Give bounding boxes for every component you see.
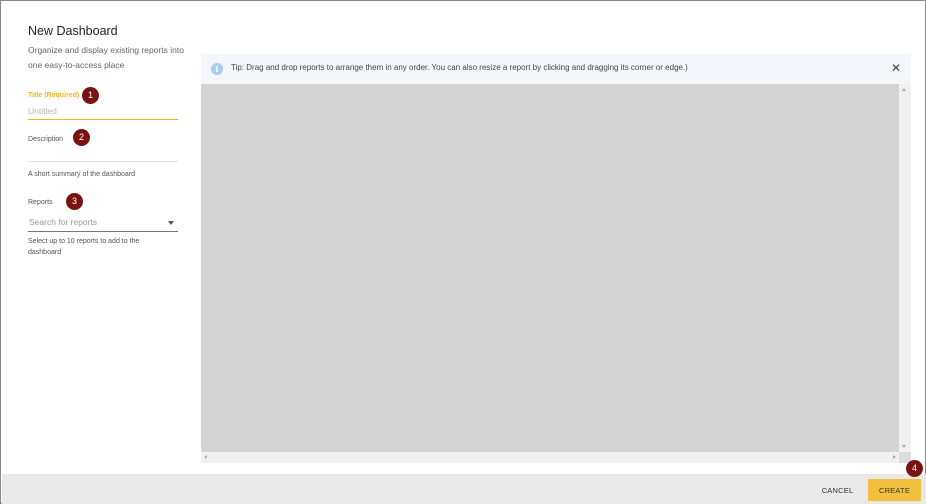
form-header: New Dashboard Organize and display exist… — [28, 23, 184, 73]
page-subtitle: Organize and display existing reports in… — [28, 45, 184, 70]
title-label: Title (Required) — [28, 92, 80, 99]
create-button[interactable]: CREATE — [868, 479, 921, 501]
cancel-button[interactable]: CANCEL — [810, 479, 865, 501]
scroll-left-icon[interactable] — [204, 455, 207, 459]
reports-select[interactable]: Search for reports — [28, 214, 178, 232]
page-title: New Dashboard — [28, 24, 118, 38]
title-input[interactable] — [28, 103, 178, 120]
step-marker-3: 3 — [66, 193, 83, 210]
info-icon: i — [211, 63, 223, 75]
description-label: Description — [28, 136, 64, 143]
chevron-down-icon[interactable] — [168, 221, 174, 225]
vertical-scrollbar[interactable] — [899, 84, 911, 452]
description-hint: A short summary of the dashboard — [28, 171, 135, 178]
scroll-up-icon[interactable] — [902, 88, 906, 91]
reports-hint: Select up to 10 reports to add to the da… — [28, 238, 140, 256]
tip-banner: i Tip: Drag and drop reports to arrange … — [201, 54, 911, 84]
dialog-footer: CANCEL CREATE — [2, 474, 926, 504]
reports-label: Reports — [28, 199, 53, 206]
scroll-right-icon[interactable] — [893, 455, 896, 459]
step-marker-1: 1 — [82, 87, 99, 104]
reports-search-placeholder: Search for reports — [29, 217, 98, 227]
scroll-down-icon[interactable] — [902, 445, 906, 448]
horizontal-scrollbar[interactable] — [201, 452, 899, 463]
dashboard-canvas[interactable] — [201, 84, 899, 452]
step-marker-4: 4 — [906, 460, 923, 477]
tip-text: Tip: Drag and drop reports to arrange th… — [231, 63, 688, 72]
dashboard-dialog: New Dashboard Organize and display exist… — [0, 0, 926, 504]
step-marker-2: 2 — [73, 129, 90, 146]
description-input[interactable] — [28, 161, 178, 162]
close-icon[interactable]: ✕ — [890, 61, 902, 75]
